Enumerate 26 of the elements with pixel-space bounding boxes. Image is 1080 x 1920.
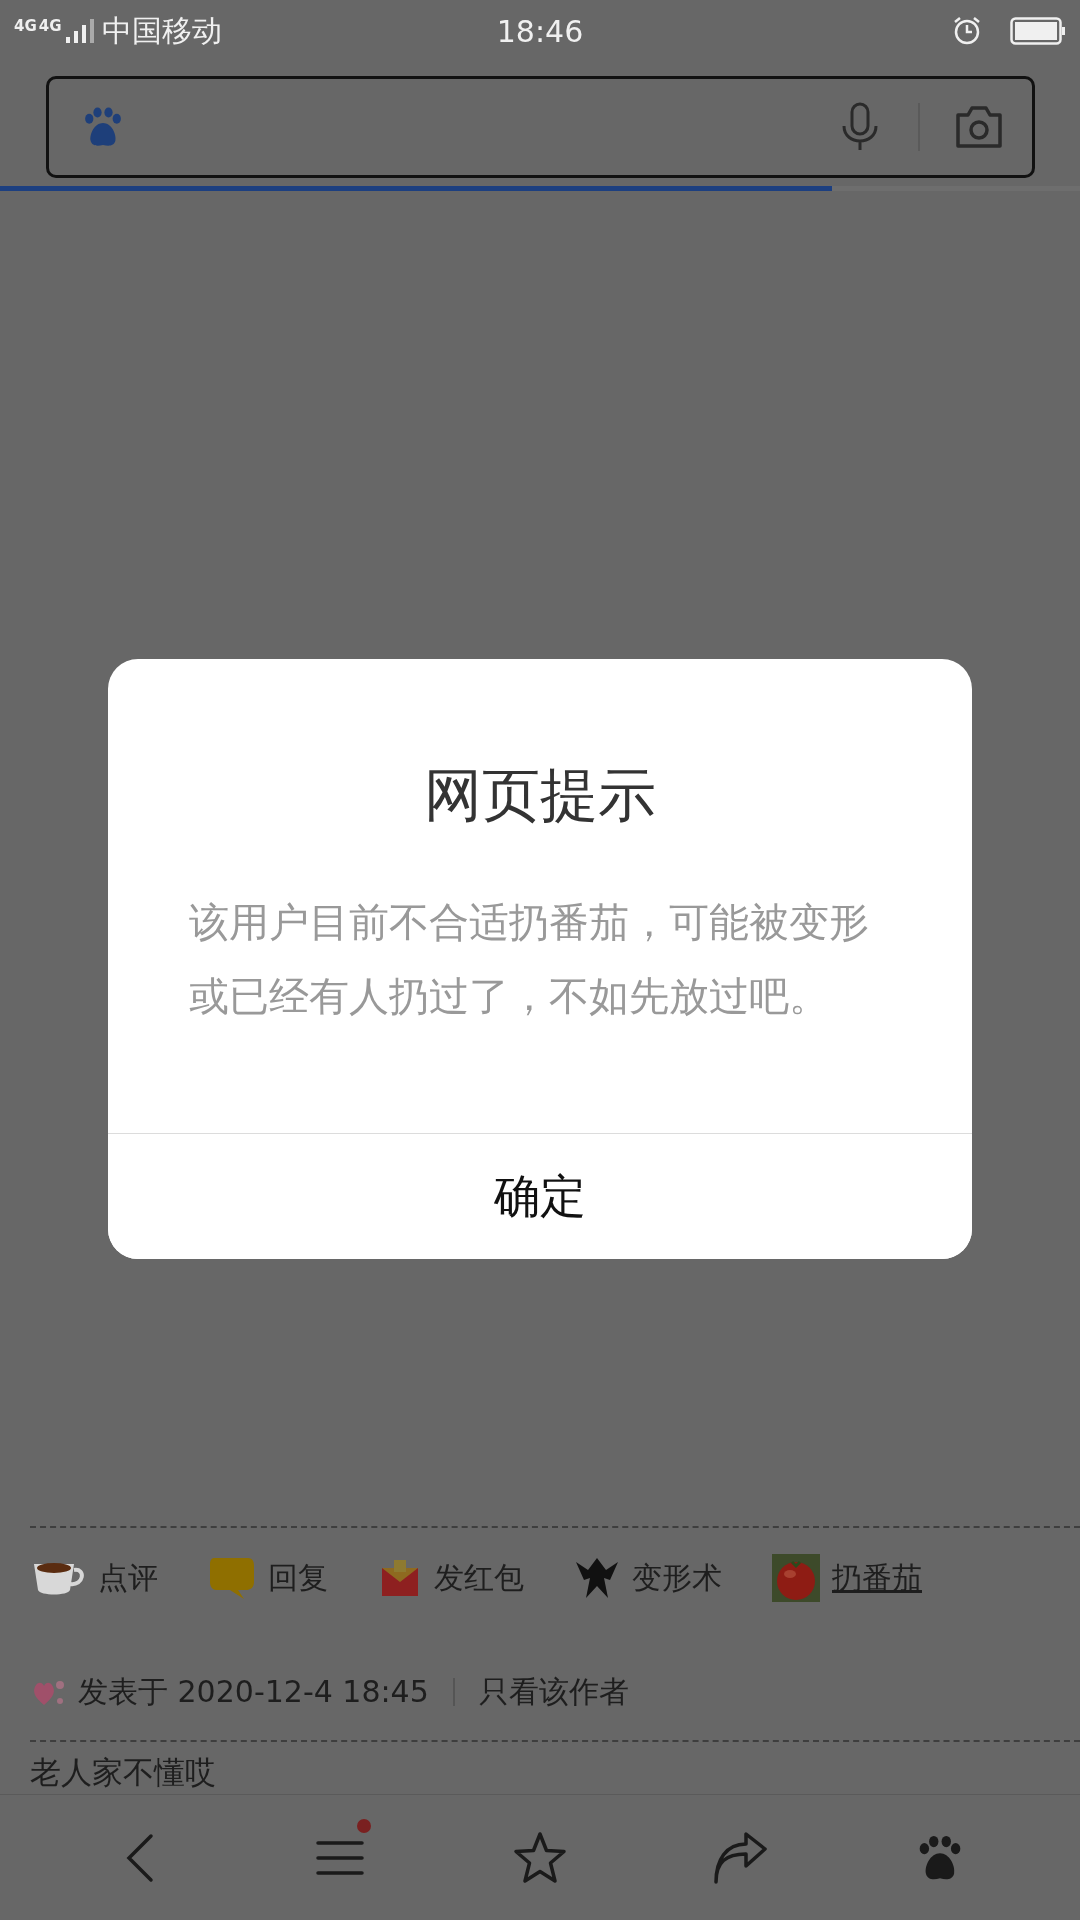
share-icon: [712, 1831, 768, 1884]
carrier-name: 中国移动: [101, 11, 222, 50]
author-only-link[interactable]: 只看该作者: [478, 1671, 629, 1713]
battery-icon: [1010, 17, 1066, 45]
tomato-icon: [772, 1554, 820, 1602]
network-label: 4G: [14, 17, 37, 35]
network-label: 4G: [38, 17, 62, 35]
action-label[interactable]: 发红包: [434, 1557, 524, 1599]
speech-bubble-icon: [208, 1556, 256, 1600]
clock-time: 18:46: [496, 13, 584, 49]
dialog-title: 网页提示: [423, 760, 657, 831]
star-icon: [512, 1830, 568, 1885]
action-label[interactable]: 点评: [98, 1557, 158, 1599]
post-time: 发表于 2020-12-4 18:45: [78, 1672, 429, 1711]
reply-text: 老人家不懂哎: [29, 1753, 217, 1792]
action-link[interactable]: 扔番茄: [832, 1557, 922, 1599]
confirm-button[interactable]: 确定: [108, 1133, 972, 1259]
camera-icon[interactable]: [954, 105, 1004, 149]
search-field[interactable]: [46, 76, 1035, 178]
alarm-icon: [952, 16, 982, 46]
action-label[interactable]: 变形术: [632, 1557, 722, 1599]
back-icon: [125, 1832, 155, 1883]
dialog-message: 该用户目前不合适扔番茄，可能被变形或已经有人扔过了，不如先放过吧。: [189, 898, 870, 1021]
microphone-icon[interactable]: [840, 102, 880, 152]
signal-icon: [63, 17, 94, 45]
action-label[interactable]: 回复: [268, 1557, 328, 1599]
